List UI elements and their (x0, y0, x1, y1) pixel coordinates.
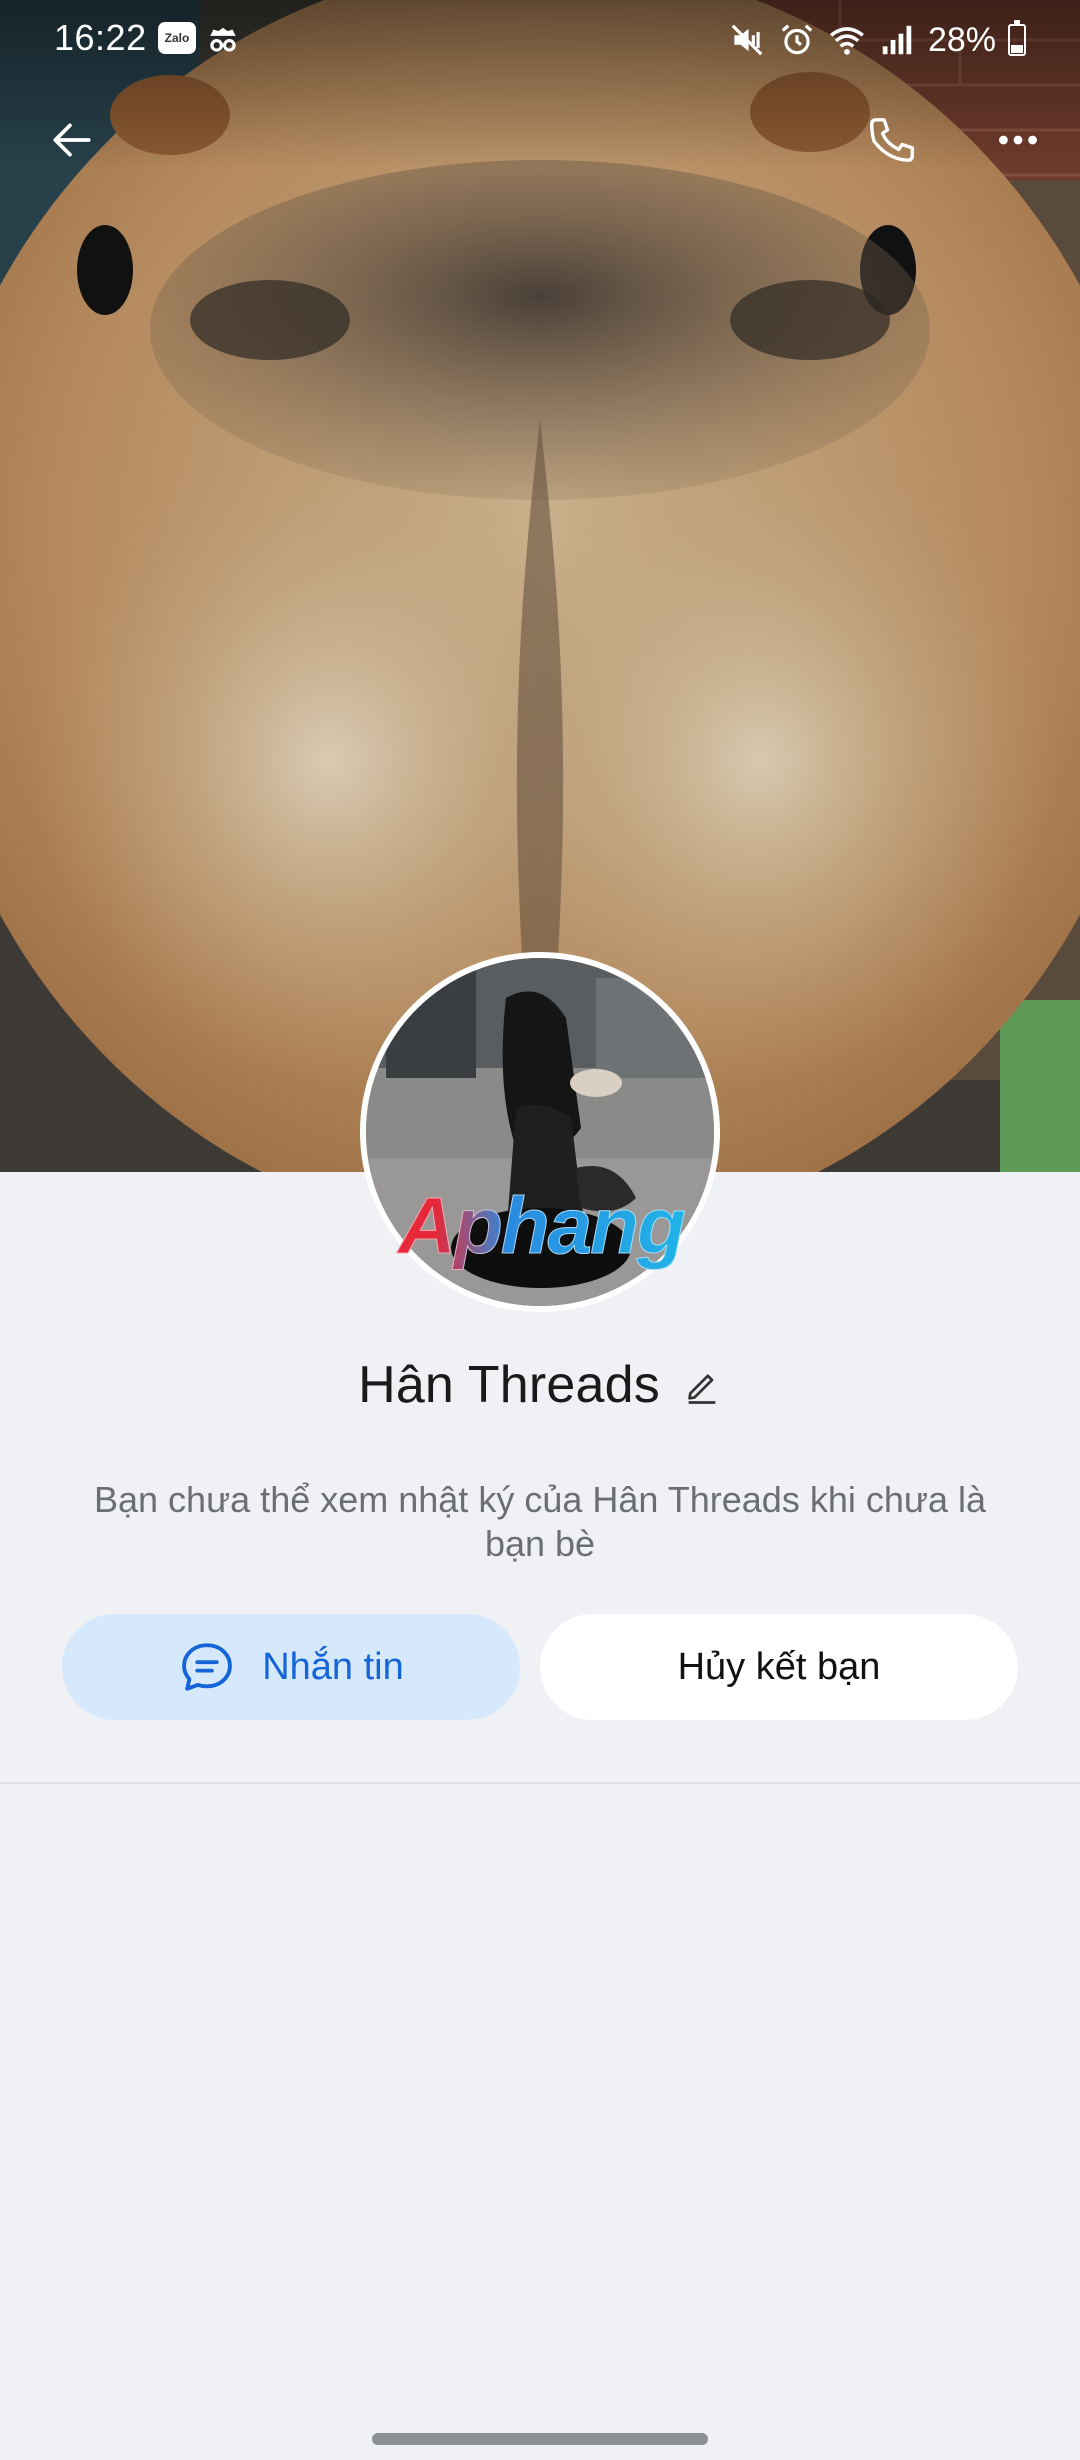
mute-icon (731, 24, 763, 56)
status-time: 16:22 (54, 17, 147, 58)
message-button-label: Nhắn tin (262, 1645, 404, 1688)
battery-percent: 28% (927, 20, 996, 59)
wifi-icon (830, 27, 864, 55)
phone-call-icon (870, 118, 914, 162)
profile-screen: 16:22 Zalo 28% Aphang Hân Threads Bạn ch… (0, 0, 1080, 2460)
status-system-icons: 28% (728, 18, 1026, 62)
zalo-app-icon: Zalo (158, 22, 196, 54)
unfriend-button[interactable]: Hủy kết bạn (540, 1614, 1018, 1720)
profile-name: Hân Threads (358, 1356, 660, 1414)
watermark-logo: Aphang (376, 1180, 706, 1272)
more-options-icon (999, 135, 1037, 145)
battery-level (1011, 45, 1023, 53)
call-button[interactable] (852, 100, 932, 180)
more-button[interactable] (978, 100, 1058, 180)
privacy-note: Bạn chưa thể xem nhật ký của Hân Threads… (93, 1479, 987, 1564)
home-indicator[interactable] (372, 2433, 708, 2445)
signal-icon (882, 25, 912, 55)
status-bar: 16:22 Zalo 28% (0, 0, 1080, 80)
incognito-icon (210, 27, 236, 52)
profile-name-row: Hân Threads (0, 1350, 1080, 1420)
chat-bubble-icon (182, 1643, 233, 1691)
section-divider (0, 1782, 1080, 1784)
battery-icon (1008, 20, 1026, 56)
alarm-icon (781, 24, 813, 55)
pencil-edit-icon[interactable] (682, 1365, 722, 1405)
unfriend-button-label: Hủy kết bạn (677, 1645, 881, 1688)
message-button[interactable]: Nhắn tin (62, 1614, 520, 1720)
back-button[interactable] (32, 100, 112, 180)
back-arrow-icon (53, 123, 91, 157)
